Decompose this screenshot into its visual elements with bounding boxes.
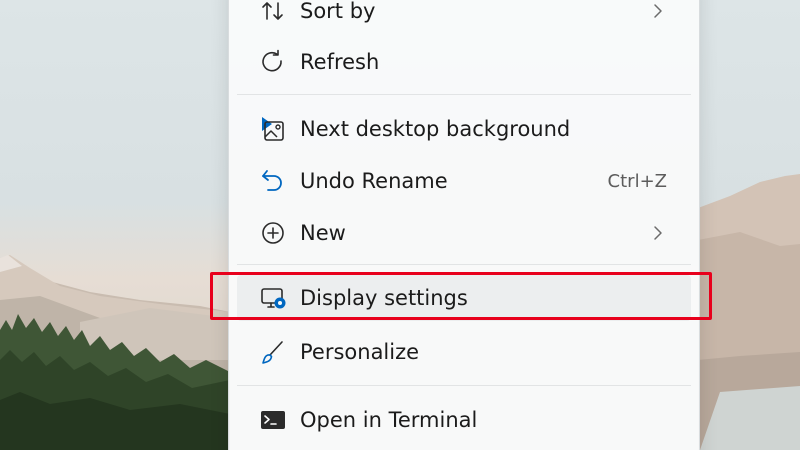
menu-separator bbox=[237, 264, 691, 265]
terminal-icon bbox=[259, 406, 287, 434]
menu-item-label: Sort by bbox=[300, 0, 376, 23]
menu-item-undo-rename[interactable]: Undo Rename Ctrl+Z bbox=[237, 158, 691, 204]
menu-item-sort-by[interactable]: Sort by bbox=[237, 0, 691, 34]
display-settings-icon bbox=[259, 284, 287, 312]
refresh-icon bbox=[259, 48, 287, 76]
context-menu: Sort by Refresh Next desktop background … bbox=[228, 0, 700, 450]
menu-item-label: Open in Terminal bbox=[300, 408, 478, 432]
menu-item-label: Undo Rename bbox=[300, 169, 448, 193]
keyboard-shortcut: Ctrl+Z bbox=[607, 170, 667, 192]
desktop: Sort by Refresh Next desktop background … bbox=[0, 0, 800, 450]
menu-item-personalize[interactable]: Personalize bbox=[237, 329, 691, 375]
menu-item-new[interactable]: New bbox=[237, 210, 691, 256]
menu-separator bbox=[237, 385, 691, 386]
menu-item-refresh[interactable]: Refresh bbox=[237, 39, 691, 85]
menu-item-label: Refresh bbox=[300, 50, 380, 74]
menu-item-label: New bbox=[300, 221, 346, 245]
menu-item-label: Next desktop background bbox=[300, 117, 571, 141]
menu-item-next-desktop-background[interactable]: Next desktop background bbox=[237, 106, 691, 152]
chevron-right-icon bbox=[654, 4, 662, 18]
menu-item-open-in-terminal[interactable]: Open in Terminal bbox=[237, 397, 691, 443]
menu-item-display-settings[interactable]: Display settings bbox=[237, 275, 691, 321]
sort-icon bbox=[259, 0, 287, 25]
new-icon bbox=[259, 219, 287, 247]
menu-separator bbox=[237, 94, 691, 95]
next-background-icon bbox=[259, 115, 287, 143]
personalize-icon bbox=[259, 338, 287, 366]
menu-item-label: Personalize bbox=[300, 340, 420, 364]
menu-item-label: Display settings bbox=[300, 286, 468, 310]
undo-icon bbox=[259, 167, 287, 195]
chevron-right-icon bbox=[654, 226, 662, 240]
